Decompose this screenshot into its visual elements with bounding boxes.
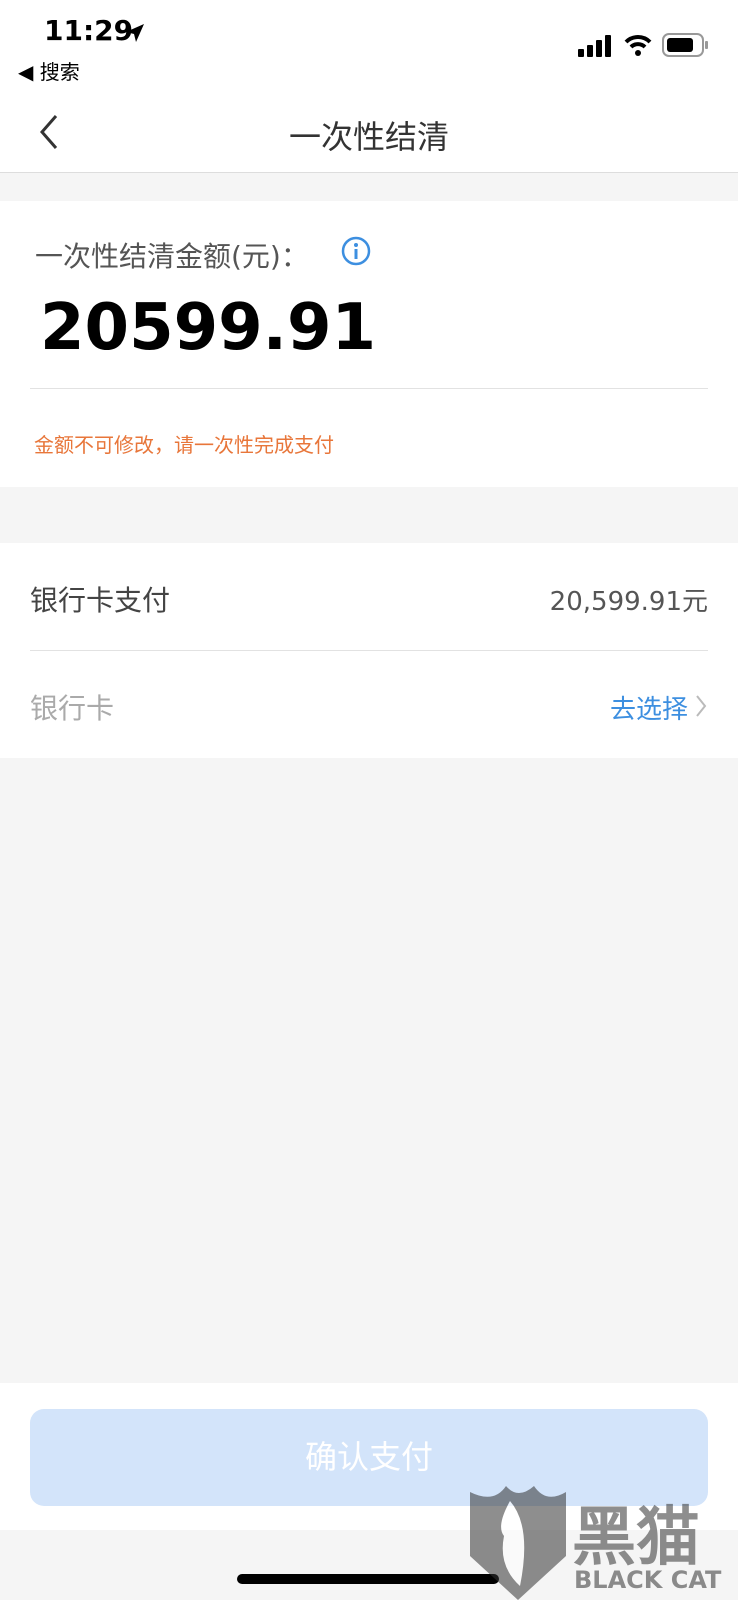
amount-label: 一次性结清金额(元)：	[35, 240, 309, 273]
payment-method-row: 银行卡支付 20,599.91元	[0, 543, 738, 650]
cat-shield-logo	[470, 1486, 566, 1600]
clock: 11:29	[44, 14, 134, 47]
watermark-cn: 黑猫	[572, 1501, 700, 1575]
chevron-right-icon	[696, 695, 707, 717]
wifi-icon	[624, 35, 652, 56]
info-icon[interactable]	[340, 235, 372, 267]
divider	[30, 388, 708, 389]
payment-card: 银行卡支付 20,599.91元 银行卡 去选择	[0, 543, 738, 758]
warning-text: 金额不可修改，请一次性完成支付	[34, 433, 334, 457]
signal-icon	[578, 35, 611, 57]
payment-method-label: 银行卡支付	[30, 584, 171, 617]
settlement-amount: 20599.91	[40, 291, 377, 365]
bank-card-label: 银行卡	[30, 692, 115, 725]
bank-card-row[interactable]: 银行卡 去选择	[0, 651, 738, 758]
watermark-en: BLACK CAT	[574, 1566, 722, 1594]
select-card-link[interactable]: 去选择	[610, 689, 688, 726]
home-indicator	[237, 1574, 499, 1584]
page-title: 一次性结清	[288, 118, 449, 156]
battery-icon	[662, 33, 708, 57]
amount-card: 一次性结清金额(元)： 20599.91 金额不可修改，请一次性完成支付	[0, 201, 738, 487]
back-to-app-link[interactable]: ◀ 搜索	[18, 56, 80, 85]
location-arrow-icon	[126, 24, 144, 42]
payment-method-value: 20,599.91元	[549, 587, 708, 617]
black-cat-watermark: 黑猫 BLACK CAT	[470, 1486, 738, 1600]
